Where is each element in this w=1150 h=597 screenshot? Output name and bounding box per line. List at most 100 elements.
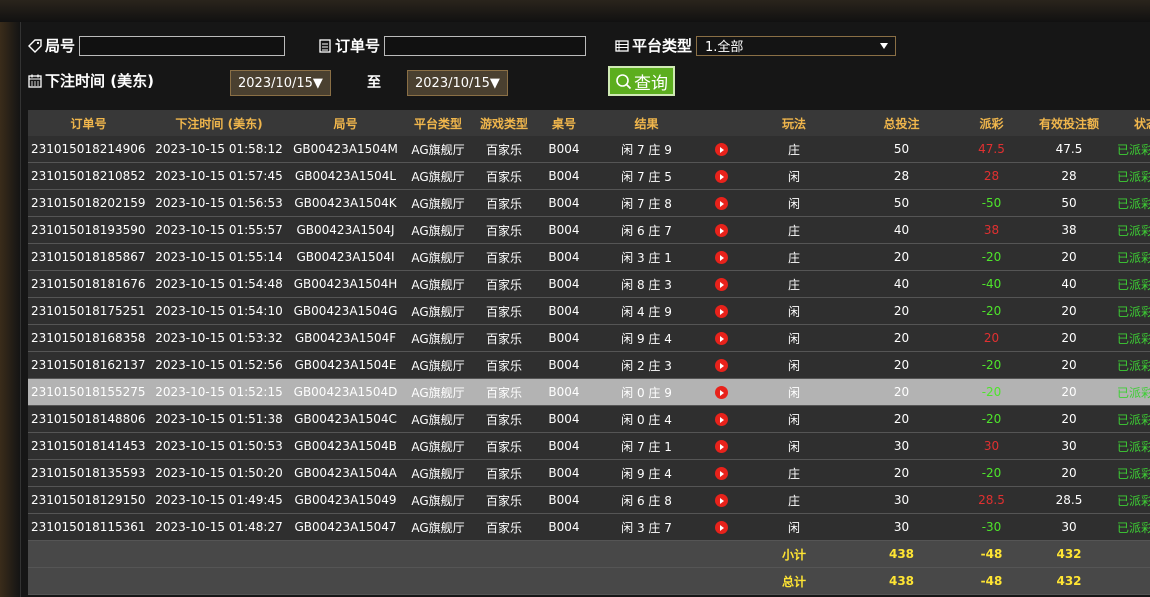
play-icon[interactable] xyxy=(715,440,728,453)
status-cell: 已派彩 xyxy=(1114,459,1150,487)
order-no-cell: 231015018135593 xyxy=(28,459,149,487)
play-icon[interactable] xyxy=(715,359,728,372)
video-cell xyxy=(699,270,744,298)
table-row[interactable]: 231015018168358 2023-10-15 01:53:32 GB0042… xyxy=(28,324,1150,352)
status-cell: 已派彩 xyxy=(1114,243,1150,271)
order-no-cell: 231015018155275 xyxy=(28,378,149,406)
bet-time-cell: 2023-10-15 01:53:32 xyxy=(149,324,289,352)
filter-bar: 局号 订单号 平台类型 1.全部 下注时间 (美东) 2023/10/15▼ 至… xyxy=(21,22,1150,110)
bet-time-cell: 2023-10-15 01:54:48 xyxy=(149,270,289,298)
video-cell xyxy=(699,136,744,163)
order-no-input[interactable] xyxy=(384,35,587,56)
date-to-picker[interactable]: 2023/10/15▼ xyxy=(407,70,508,96)
platform-cell: AG旗舰厅 xyxy=(402,324,474,352)
table-row[interactable]: 231015018193590 2023-10-15 01:55:57 GB0042… xyxy=(28,216,1150,244)
table-row[interactable]: 231015018141453 2023-10-15 01:50:53 GB0042… xyxy=(28,432,1150,460)
order-no-cell: 231015018162137 xyxy=(28,351,149,379)
result-cell: 闲 4 庄 9 xyxy=(594,297,699,325)
order-no-label: 订单号 xyxy=(335,37,381,55)
game-no-input[interactable] xyxy=(79,35,286,56)
platform-cell: AG旗舰厅 xyxy=(402,378,474,406)
play-cell: 庄 xyxy=(744,270,844,298)
table-row[interactable]: 231015018210852 2023-10-15 01:57:45 GB0042… xyxy=(28,162,1150,190)
table-row[interactable]: 231015018202159 2023-10-15 01:56:53 GB0042… xyxy=(28,189,1150,217)
total-bet-cell: 20 xyxy=(844,324,959,352)
play-icon[interactable] xyxy=(715,143,728,156)
play-icon[interactable] xyxy=(715,278,728,291)
payout-cell: -20 xyxy=(959,405,1024,433)
status-cell: 已派彩 xyxy=(1114,162,1150,190)
total-bet-cell: 20 xyxy=(844,297,959,325)
total-bet-cell: 40 xyxy=(844,270,959,298)
order-no-cell: 231015018181676 xyxy=(28,270,149,298)
subtotal-valid: 432 xyxy=(1024,540,1114,568)
bet-record-panel: 局号 订单号 平台类型 1.全部 下注时间 (美东) 2023/10/15▼ 至… xyxy=(20,22,1150,597)
game-no-cell: GB00423A1504C xyxy=(289,405,402,433)
table-no-cell: B004 xyxy=(534,513,594,541)
play-icon[interactable] xyxy=(715,467,728,480)
order-no-cell: 231015018148806 xyxy=(28,405,149,433)
table-row[interactable]: 231015018129150 2023-10-15 01:49:45 GB0042… xyxy=(28,486,1150,514)
col-order-no: 订单号 xyxy=(28,110,149,136)
game-no-filter: 局号 xyxy=(27,35,286,56)
platform-select[interactable]: 1.全部 xyxy=(696,35,897,56)
game-no-cell: GB00423A1504B xyxy=(289,432,402,460)
payout-cell: -20 xyxy=(959,351,1024,379)
total-payout: -48 xyxy=(959,567,1024,595)
game-type-cell: 百家乐 xyxy=(474,243,534,271)
game-no-cell: GB00423A1504K xyxy=(289,189,402,217)
status-cell: 已派彩 xyxy=(1114,378,1150,406)
total-bet-cell: 50 xyxy=(844,189,959,217)
table-row[interactable]: 231015018185867 2023-10-15 01:55:14 GB0042… xyxy=(28,243,1150,271)
subtotal-spacer xyxy=(28,540,744,568)
play-icon[interactable] xyxy=(715,413,728,426)
table-no-cell: B004 xyxy=(534,459,594,487)
date-from-picker[interactable]: 2023/10/15▼ xyxy=(230,70,331,96)
play-icon[interactable] xyxy=(715,251,728,264)
play-icon[interactable] xyxy=(715,494,728,507)
result-cell: 闲 6 庄 8 xyxy=(594,486,699,514)
play-icon[interactable] xyxy=(715,224,728,237)
game-no-cell: GB00423A1504G xyxy=(289,297,402,325)
table-no-cell: B004 xyxy=(534,405,594,433)
bet-time-cell: 2023-10-15 01:55:14 xyxy=(149,243,289,271)
table-row[interactable]: 231015018148806 2023-10-15 01:51:38 GB0042… xyxy=(28,405,1150,433)
table-row[interactable]: 231015018135593 2023-10-15 01:50:20 GB0042… xyxy=(28,459,1150,487)
bet-time-label: 下注时间 (美东) xyxy=(45,72,154,90)
play-cell: 闲 xyxy=(744,405,844,433)
payout-cell: -20 xyxy=(959,378,1024,406)
video-cell xyxy=(699,162,744,190)
play-icon[interactable] xyxy=(715,170,728,183)
table-no-cell: B004 xyxy=(534,324,594,352)
play-icon[interactable] xyxy=(715,197,728,210)
status-cell: 已派彩 xyxy=(1114,216,1150,244)
total-label: 总计 xyxy=(744,567,844,595)
play-cell: 闲 xyxy=(744,324,844,352)
table-row[interactable]: 231015018181676 2023-10-15 01:54:48 GB0042… xyxy=(28,270,1150,298)
play-cell: 庄 xyxy=(744,459,844,487)
payout-cell: 20 xyxy=(959,324,1024,352)
order-no-cell: 231015018193590 xyxy=(28,216,149,244)
payout-cell: 38 xyxy=(959,216,1024,244)
query-button[interactable]: 查询 xyxy=(608,66,675,96)
table-row[interactable]: 231015018115361 2023-10-15 01:48:27 GB0042… xyxy=(28,513,1150,541)
play-cell: 闲 xyxy=(744,297,844,325)
order-no-cell: 231015018129150 xyxy=(28,486,149,514)
total-bet-cell: 20 xyxy=(844,243,959,271)
video-cell xyxy=(699,432,744,460)
table-row[interactable]: 231015018155275 2023-10-15 01:52:15 GB0042… xyxy=(28,378,1150,406)
col-platform: 平台类型 xyxy=(402,110,474,136)
play-cell: 闲 xyxy=(744,189,844,217)
play-icon[interactable] xyxy=(715,305,728,318)
table-row[interactable]: 231015018162137 2023-10-15 01:52:56 GB0042… xyxy=(28,351,1150,379)
total-bet-cell: 50 xyxy=(844,136,959,163)
play-icon[interactable] xyxy=(715,386,728,399)
table-row[interactable]: 231015018214906 2023-10-15 01:58:12 GB0042… xyxy=(28,136,1150,163)
valid-bet-cell: 28 xyxy=(1024,162,1114,190)
play-icon[interactable] xyxy=(715,521,728,534)
status-cell: 已派彩 xyxy=(1114,486,1150,514)
play-icon[interactable] xyxy=(715,332,728,345)
video-cell xyxy=(699,405,744,433)
result-cell: 闲 3 庄 7 xyxy=(594,513,699,541)
table-row[interactable]: 231015018175251 2023-10-15 01:54:10 GB0042… xyxy=(28,297,1150,325)
